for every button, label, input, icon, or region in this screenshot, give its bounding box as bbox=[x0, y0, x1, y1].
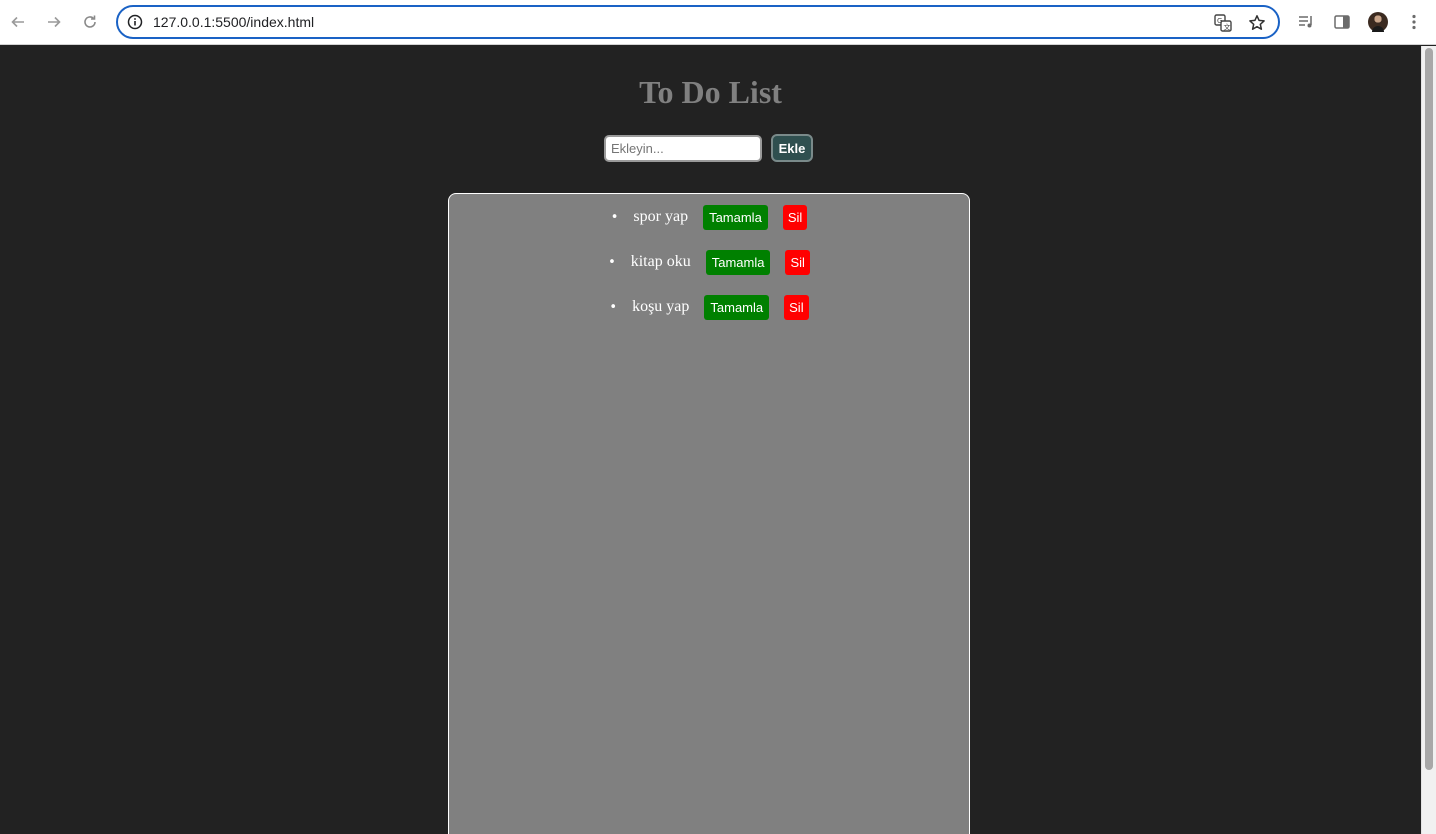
address-bar[interactable]: 127.0.0.1:5500/index.html G文 bbox=[116, 5, 1280, 39]
delete-button[interactable]: Sil bbox=[785, 249, 810, 275]
vertical-scrollbar[interactable] bbox=[1421, 46, 1436, 834]
complete-button[interactable]: Tamamla bbox=[704, 294, 770, 320]
complete-button[interactable]: Tamamla bbox=[705, 249, 771, 275]
scrollbar-thumb[interactable] bbox=[1425, 48, 1433, 770]
star-icon[interactable] bbox=[1246, 12, 1268, 34]
complete-button[interactable]: Tamamla bbox=[703, 204, 768, 230]
page-content: To Do List Ekle • spor yap Tamamla Sil •… bbox=[0, 46, 1421, 834]
svg-text:G: G bbox=[1217, 17, 1222, 25]
add-button[interactable]: Ekle bbox=[771, 134, 813, 162]
list-item: • koşu yap Tamamla Sil bbox=[449, 294, 969, 320]
todo-text: spor yap bbox=[633, 208, 689, 225]
delete-button[interactable]: Sil bbox=[782, 204, 808, 230]
back-icon[interactable] bbox=[6, 10, 30, 34]
delete-button[interactable]: Sil bbox=[784, 294, 809, 320]
bullet-icon: • bbox=[609, 299, 618, 315]
browser-toolbar: 127.0.0.1:5500/index.html G文 bbox=[0, 0, 1436, 45]
bullet-icon: • bbox=[608, 254, 616, 270]
todo-input[interactable] bbox=[604, 135, 762, 162]
todo-text: koşu yap bbox=[632, 298, 690, 315]
kebab-menu-icon[interactable] bbox=[1403, 11, 1425, 33]
url-text[interactable]: 127.0.0.1:5500/index.html bbox=[153, 14, 314, 30]
info-icon[interactable] bbox=[126, 13, 144, 31]
reload-icon[interactable] bbox=[78, 10, 102, 34]
todo-text: kitap oku bbox=[630, 253, 691, 270]
list-item: • kitap oku Tamamla Sil bbox=[449, 249, 969, 275]
avatar[interactable] bbox=[1368, 12, 1388, 32]
todo-list-container: • spor yap Tamamla Sil • kitap oku Tamam… bbox=[448, 193, 970, 834]
forward-icon[interactable] bbox=[42, 10, 66, 34]
media-queue-icon[interactable] bbox=[1295, 11, 1317, 33]
page-title: To Do List bbox=[639, 74, 782, 110]
bullet-icon: • bbox=[610, 209, 619, 225]
list-item: • spor yap Tamamla Sil bbox=[449, 204, 969, 230]
svg-text:文: 文 bbox=[1224, 23, 1231, 32]
side-panel-icon[interactable] bbox=[1331, 11, 1353, 33]
translate-icon[interactable]: G文 bbox=[1212, 12, 1234, 34]
